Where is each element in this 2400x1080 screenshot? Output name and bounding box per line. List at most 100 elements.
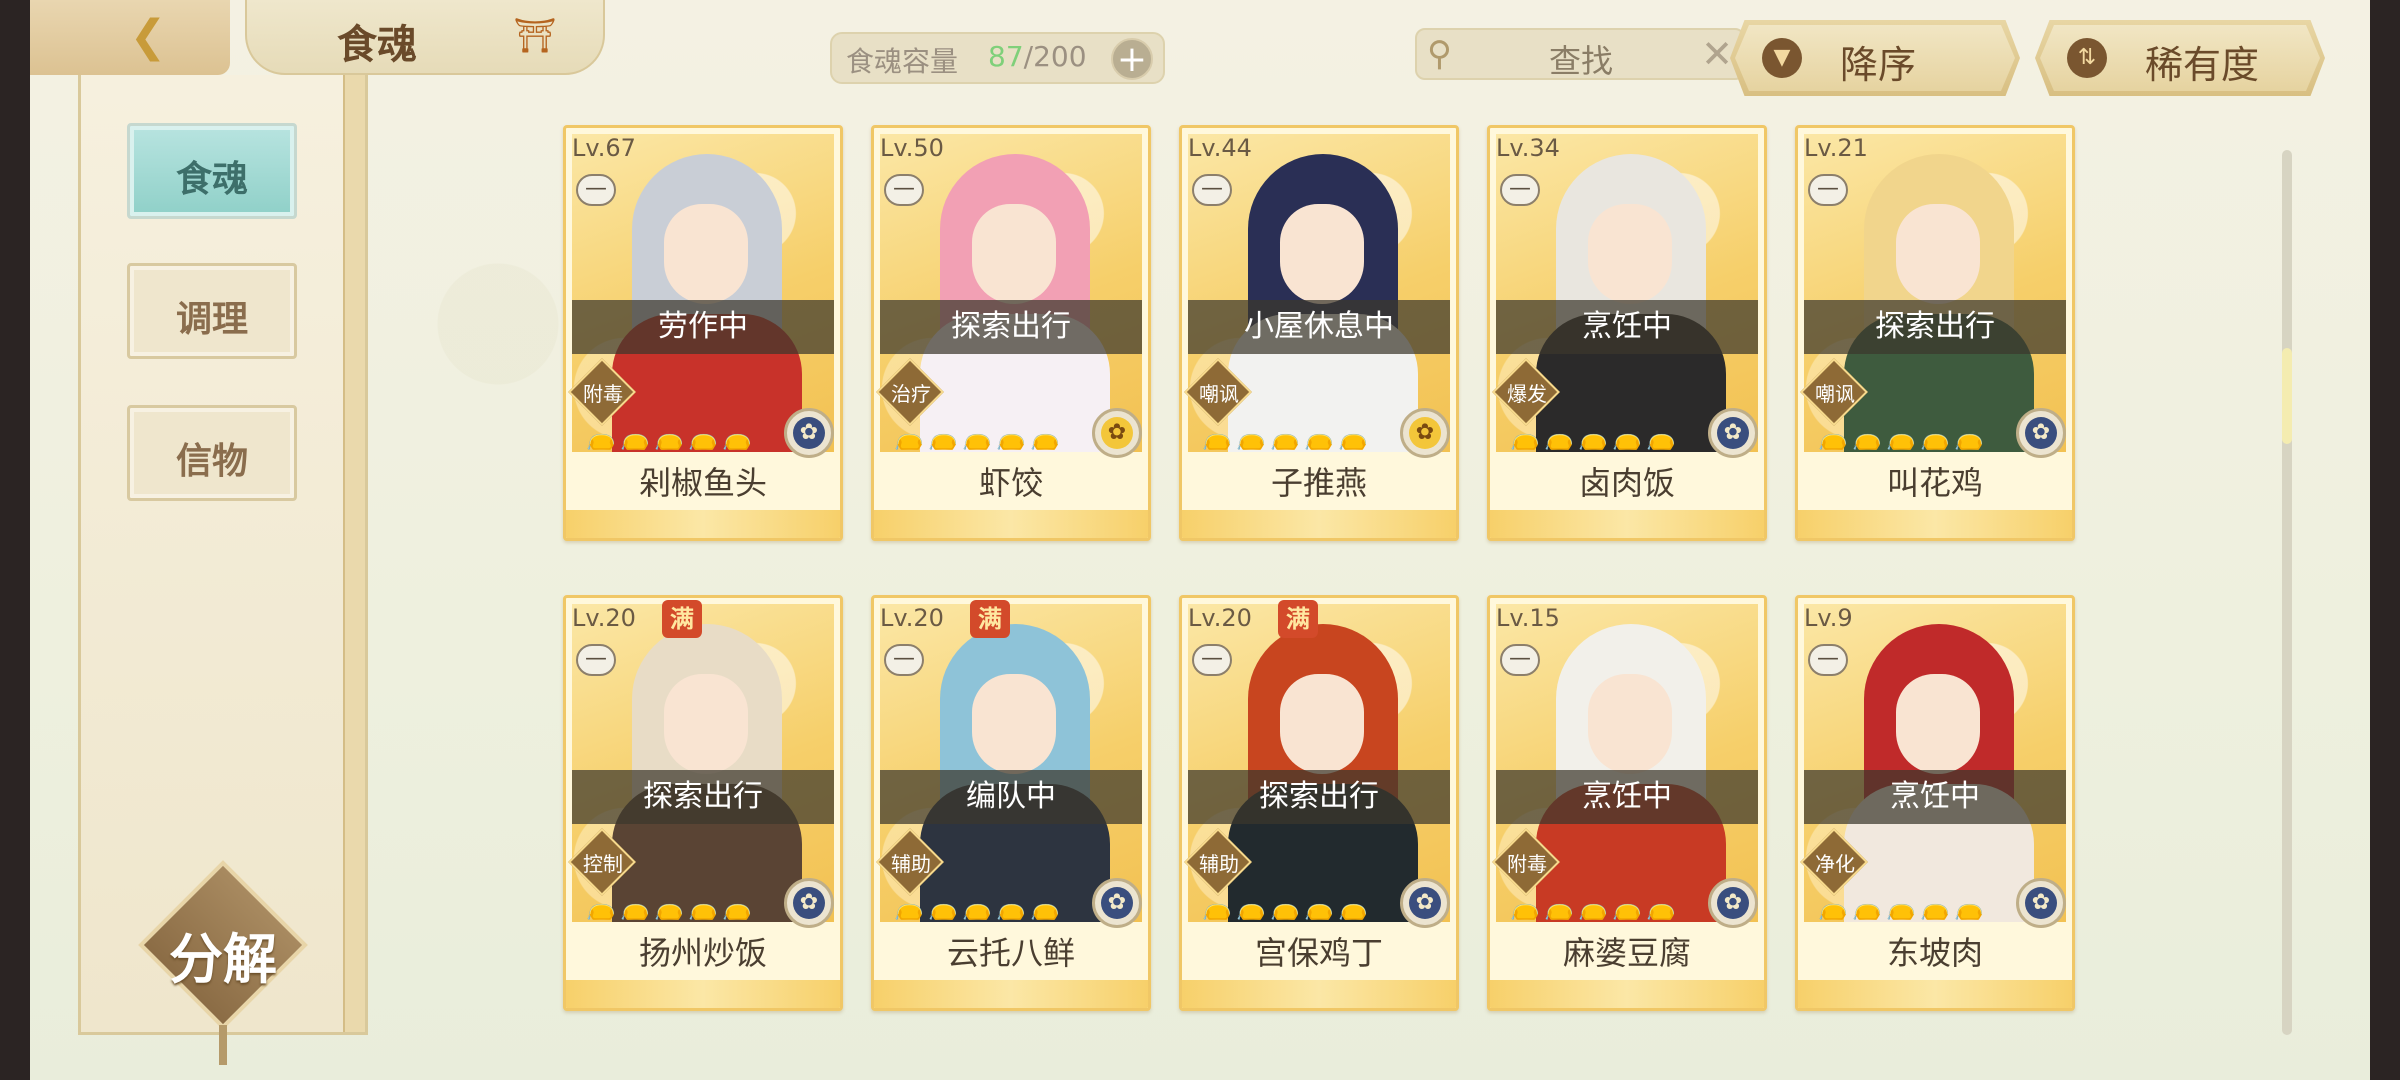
lock-toggle-icon[interactable]: —: [1192, 174, 1232, 206]
role-tag: 辅助: [876, 828, 946, 896]
element-icon: ✿: [1708, 408, 1758, 458]
food-soul-card[interactable]: Lv.34 — 烹饪中 爆发 👝 👝 👝 👝 👝 ✿ 卤肉饭: [1487, 125, 1767, 541]
max-badge: 满: [662, 600, 702, 638]
rank-star-icon: 👝: [620, 423, 650, 451]
max-badge: 满: [1278, 600, 1318, 638]
lock-toggle-icon[interactable]: —: [884, 174, 924, 206]
decompose-button[interactable]: 分解: [138, 860, 308, 1065]
sidebar-item-tokens[interactable]: 信物: [127, 405, 297, 501]
lock-toggle-icon[interactable]: —: [1808, 644, 1848, 676]
role-tag-label: 辅助: [891, 852, 931, 876]
rank-star-icon: 👝: [1544, 893, 1574, 921]
rank-star-icon: 👝: [1304, 893, 1334, 921]
lock-toggle-icon[interactable]: —: [576, 644, 616, 676]
sort-rarity-button[interactable]: ⇅ 稀有度: [2035, 20, 2325, 96]
add-capacity-button[interactable]: +: [1111, 38, 1153, 80]
rank-star-icon: 👝: [1886, 423, 1916, 451]
lock-toggle-icon[interactable]: —: [1500, 174, 1540, 206]
capacity-max: /200: [1023, 40, 1087, 73]
lock-toggle-icon[interactable]: —: [884, 644, 924, 676]
rank-star-icon: 👝: [586, 423, 616, 451]
role-tag: 治疗: [876, 358, 946, 426]
lock-toggle-icon[interactable]: —: [576, 174, 616, 206]
character-name: 叫花鸡: [1886, 464, 1983, 502]
clear-search-icon[interactable]: ✕: [1701, 32, 1733, 76]
sort-order-button[interactable]: ▼ 降序: [1730, 20, 2020, 96]
element-icon: ✿: [1092, 408, 1142, 458]
status-banner: 编队中: [880, 770, 1142, 824]
level-label: Lv.20: [572, 604, 636, 632]
character-face: [1896, 204, 1980, 304]
element-icon: ✿: [1400, 408, 1450, 458]
element-flower-icon: ✿: [2025, 887, 2057, 919]
rank-star-icon: 👝: [1202, 893, 1232, 921]
level-label: Lv.20: [880, 604, 944, 632]
sort-down-icon: ▼: [1762, 38, 1802, 78]
rank-star-icon: 👝: [962, 893, 992, 921]
status-banner: 烹饪中: [1804, 770, 2066, 824]
rank-star-icon: 👝: [1646, 893, 1676, 921]
rank-star-icon: 👝: [722, 423, 752, 451]
rank-star-icon: 👝: [962, 423, 992, 451]
role-tag-label: 控制: [583, 852, 623, 876]
element-icon: ✿: [1092, 878, 1142, 928]
element-flower-icon: ✿: [793, 417, 825, 449]
sort-order-label: 降序: [1840, 43, 1917, 87]
lock-toggle-icon[interactable]: —: [1500, 644, 1540, 676]
status-banner: 探索出行: [1188, 770, 1450, 824]
role-tag-label: 嘲讽: [1199, 382, 1239, 406]
food-soul-card[interactable]: Lv.44 — 小屋休息中 嘲讽 👝 👝 👝 👝 👝 ✿ 子推燕: [1179, 125, 1459, 541]
character-name: 子推燕: [1270, 464, 1367, 502]
character-face: [1588, 674, 1672, 774]
food-soul-card[interactable]: Lv.20 满 — 探索出行 控制 👝 👝 👝 👝 👝 ✿ 扬州炒饭: [563, 595, 843, 1011]
role-tag: 辅助: [1184, 828, 1254, 896]
rank-star-icon: 👝: [586, 893, 616, 921]
back-button[interactable]: ❮: [30, 0, 230, 75]
element-icon: ✿: [1708, 878, 1758, 928]
rank-stars: 👝 👝 👝 👝 👝: [894, 422, 1060, 454]
rank-star-icon: 👝: [1510, 893, 1540, 921]
food-soul-card[interactable]: Lv.9 — 烹饪中 净化 👝 👝 👝 👝 👝 ✿ 东坡肉: [1795, 595, 2075, 1011]
character-face: [1896, 674, 1980, 774]
scrollbar[interactable]: [2282, 150, 2292, 1035]
role-tag: 净化: [1800, 828, 1870, 896]
rank-star-icon: 👝: [1304, 423, 1334, 451]
rank-stars: 👝 👝 👝 👝 👝: [1818, 892, 1984, 924]
character-name: 云托八鲜: [946, 934, 1075, 972]
food-soul-card[interactable]: Lv.20 满 — 编队中 辅助 👝 👝 👝 👝 👝 ✿ 云托八鲜: [871, 595, 1151, 1011]
rank-star-icon: 👝: [1578, 423, 1608, 451]
sidebar-item-recipes[interactable]: 调理: [127, 263, 297, 359]
scrollbar-thumb[interactable]: [2282, 348, 2292, 444]
rank-star-icon: 👝: [1578, 893, 1608, 921]
lock-toggle-icon[interactable]: —: [1808, 174, 1848, 206]
rank-star-icon: 👝: [654, 423, 684, 451]
rank-star-icon: 👝: [688, 423, 718, 451]
character-name: 虾饺: [978, 464, 1043, 502]
role-tag-label: 附毒: [583, 382, 623, 406]
food-soul-card[interactable]: Lv.15 — 烹饪中 附毒 👝 👝 👝 👝 👝 ✿ 麻婆豆腐: [1487, 595, 1767, 1011]
rank-star-icon: 👝: [1818, 893, 1848, 921]
decompose-label: 分解: [169, 927, 277, 991]
house-icon[interactable]: ⛩: [512, 16, 558, 56]
capacity-panel: 食魂容量 87/200 +: [830, 32, 1165, 84]
status-banner: 探索出行: [572, 770, 834, 824]
lock-toggle-icon[interactable]: —: [1192, 644, 1232, 676]
food-soul-card[interactable]: Lv.21 — 探索出行 嘲讽 👝 👝 👝 👝 👝 ✿ 叫花鸡: [1795, 125, 2075, 541]
search-input[interactable]: ⚲ 查找 ✕: [1415, 28, 1745, 80]
role-tag-label: 爆发: [1507, 382, 1547, 406]
character-face: [664, 204, 748, 304]
sidebar-item-food-soul[interactable]: 食魂: [127, 123, 297, 219]
role-tag-label: 嘲讽: [1815, 382, 1855, 406]
rank-stars: 👝 👝 👝 👝 👝: [1202, 422, 1368, 454]
food-soul-card[interactable]: Lv.20 满 — 探索出行 辅助 👝 👝 👝 👝 👝 ✿ 宫保鸡丁: [1179, 595, 1459, 1011]
food-soul-card[interactable]: Lv.67 — 劳作中 附毒 👝 👝 👝 👝 👝 ✿ 剁椒鱼头: [563, 125, 843, 541]
element-flower-icon: ✿: [1717, 887, 1749, 919]
level-label: Lv.50: [880, 134, 944, 162]
rank-star-icon: 👝: [1030, 893, 1060, 921]
card-footer: [1182, 980, 1456, 1008]
element-icon: ✿: [1400, 878, 1450, 928]
element-flower-icon: ✿: [1101, 417, 1133, 449]
rank-star-icon: 👝: [996, 893, 1026, 921]
food-soul-card[interactable]: Lv.50 — 探索出行 治疗 👝 👝 👝 👝 👝 ✿ 虾饺: [871, 125, 1151, 541]
character-face: [664, 674, 748, 774]
